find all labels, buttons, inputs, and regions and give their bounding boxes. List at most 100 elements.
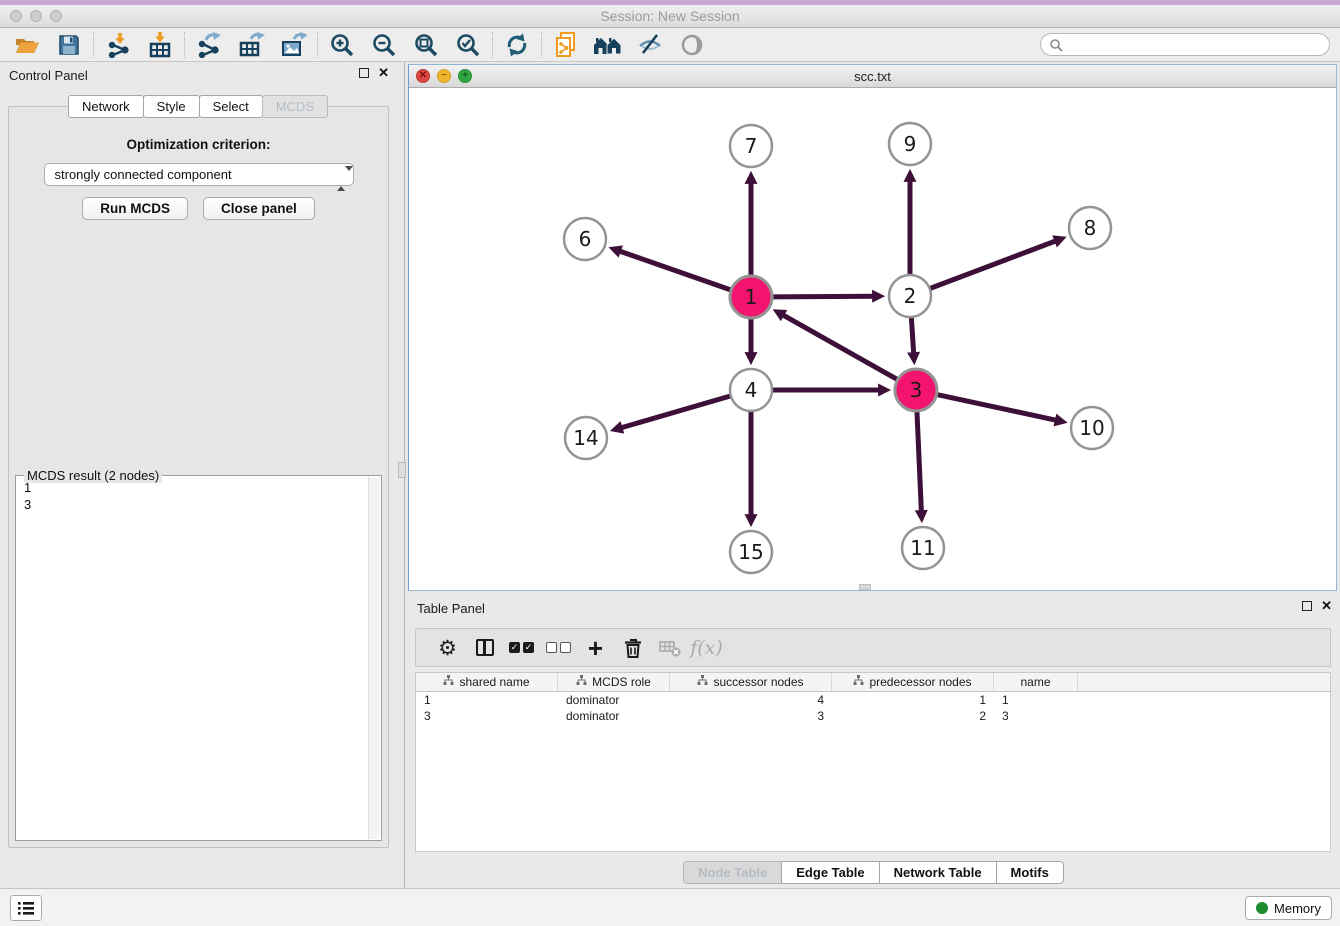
table-cell[interactable]: 3 bbox=[670, 708, 832, 724]
tab-network[interactable]: Network bbox=[68, 95, 144, 118]
search-field[interactable] bbox=[1040, 33, 1330, 56]
criterion-select[interactable]: strongly connected component bbox=[44, 163, 354, 186]
search-icon bbox=[1049, 38, 1063, 52]
float-panel-icon[interactable] bbox=[359, 68, 369, 78]
column-header-predecessor-nodes[interactable]: predecessor nodes bbox=[832, 673, 994, 691]
table-cell[interactable]: 4 bbox=[670, 692, 832, 708]
column-header-name[interactable]: name bbox=[994, 673, 1078, 691]
close-panel-icon[interactable]: ✕ bbox=[378, 68, 389, 78]
tab-mcds[interactable]: MCDS bbox=[262, 95, 328, 118]
node-4[interactable]: 4 bbox=[730, 369, 772, 411]
table-cell[interactable]: dominator bbox=[558, 692, 670, 708]
edge-1-6[interactable] bbox=[617, 250, 730, 290]
tasks-list-button[interactable] bbox=[10, 895, 42, 921]
edge-3-10[interactable] bbox=[938, 395, 1059, 421]
export-table-icon[interactable] bbox=[230, 30, 272, 60]
tab-network-table[interactable]: Network Table bbox=[879, 861, 997, 884]
close-table-panel-icon[interactable]: ✕ bbox=[1321, 601, 1332, 611]
main-toolbar bbox=[0, 28, 1340, 62]
mcds-result-box: MCDS result (2 nodes) 13 bbox=[15, 475, 382, 841]
clone-network-icon[interactable] bbox=[545, 30, 587, 60]
node-2[interactable]: 2 bbox=[889, 275, 931, 317]
edge-4-14[interactable] bbox=[619, 396, 730, 428]
edge-3-1[interactable] bbox=[781, 314, 897, 380]
zoom-selected-icon[interactable] bbox=[447, 30, 489, 60]
edge-1-2[interactable] bbox=[773, 296, 876, 297]
search-input[interactable] bbox=[1063, 35, 1329, 54]
zoom-fit-icon[interactable] bbox=[405, 30, 447, 60]
canvas-resize-grip[interactable] bbox=[859, 584, 871, 590]
result-line: 3 bbox=[24, 496, 367, 513]
column-header-successor-nodes[interactable]: successor nodes bbox=[670, 673, 832, 691]
memory-label: Memory bbox=[1274, 901, 1321, 916]
node-10[interactable]: 10 bbox=[1071, 407, 1113, 449]
table-row[interactable]: 1dominator411 bbox=[416, 692, 1330, 708]
memory-button[interactable]: Memory bbox=[1245, 896, 1332, 920]
result-scrollbar[interactable] bbox=[368, 477, 380, 839]
node-14[interactable]: 14 bbox=[565, 417, 607, 459]
node-3[interactable]: 3 bbox=[895, 369, 937, 411]
eye-icon[interactable] bbox=[671, 30, 713, 60]
table-cell[interactable]: 3 bbox=[994, 708, 1078, 724]
table-cell[interactable]: 1 bbox=[416, 692, 558, 708]
zoom-in-icon[interactable] bbox=[321, 30, 363, 60]
houses-icon[interactable] bbox=[587, 30, 629, 60]
delete-row-icon[interactable] bbox=[614, 633, 651, 663]
svg-text:6: 6 bbox=[579, 227, 592, 251]
node-9[interactable]: 9 bbox=[889, 123, 931, 165]
import-network-icon[interactable] bbox=[97, 30, 139, 60]
run-mcds-button[interactable]: Run MCDS bbox=[82, 197, 188, 220]
splitter-grip[interactable] bbox=[398, 462, 406, 478]
node-11[interactable]: 11 bbox=[902, 527, 944, 569]
table-cell[interactable]: dominator bbox=[558, 708, 670, 724]
zoom-out-icon[interactable] bbox=[363, 30, 405, 60]
import-table-icon[interactable] bbox=[139, 30, 181, 60]
edge-3-11[interactable] bbox=[917, 412, 922, 514]
node-1[interactable]: 1 bbox=[730, 276, 772, 318]
titlebar[interactable]: Session: New Session bbox=[0, 5, 1340, 28]
delete-column-icon[interactable] bbox=[651, 633, 688, 663]
close-panel-button[interactable]: Close panel bbox=[203, 197, 315, 220]
columns-icon[interactable] bbox=[466, 633, 503, 663]
tab-select[interactable]: Select bbox=[199, 95, 263, 118]
select-all-icon[interactable]: ✓✓ bbox=[503, 633, 540, 663]
select-stepper-icon bbox=[337, 168, 346, 189]
table-cell[interactable]: 3 bbox=[416, 708, 558, 724]
tree-icon bbox=[853, 675, 864, 689]
node-8[interactable]: 8 bbox=[1069, 207, 1111, 249]
node-7[interactable]: 7 bbox=[730, 125, 772, 167]
save-session-icon[interactable] bbox=[48, 30, 90, 60]
tab-edge-table[interactable]: Edge Table bbox=[781, 861, 879, 884]
node-6[interactable]: 6 bbox=[564, 218, 606, 260]
network-window-titlebar[interactable]: ✕ − + scc.txt bbox=[409, 65, 1336, 88]
export-image-icon[interactable] bbox=[272, 30, 314, 60]
panel-splitter[interactable] bbox=[397, 62, 408, 888]
edge-2-3[interactable] bbox=[911, 318, 913, 356]
table-cell[interactable]: 1 bbox=[832, 692, 994, 708]
table-cell[interactable]: 2 bbox=[832, 708, 994, 724]
open-session-icon[interactable] bbox=[6, 30, 48, 60]
table-row[interactable]: 3dominator323 bbox=[416, 708, 1330, 724]
svg-text:7: 7 bbox=[745, 134, 758, 158]
column-header-shared-name[interactable]: shared name bbox=[416, 673, 558, 691]
control-panel-tabs: NetworkStyleSelectMCDS bbox=[0, 95, 397, 118]
tab-motifs[interactable]: Motifs bbox=[996, 861, 1064, 884]
function-builder-icon[interactable]: f(x) bbox=[688, 633, 725, 663]
control-panel-title: Control Panel bbox=[9, 68, 88, 83]
node-15[interactable]: 15 bbox=[730, 531, 772, 573]
eye-slash-icon[interactable] bbox=[629, 30, 671, 60]
edge-2-8[interactable] bbox=[931, 240, 1059, 288]
refresh-layout-icon[interactable] bbox=[496, 30, 538, 60]
gear-icon[interactable]: ⚙ bbox=[429, 633, 466, 663]
svg-text:10: 10 bbox=[1079, 416, 1104, 440]
toolbar-separator bbox=[184, 32, 185, 58]
export-network-icon[interactable] bbox=[188, 30, 230, 60]
deselect-all-icon[interactable] bbox=[540, 633, 577, 663]
network-canvas[interactable]: 7 9 6 8 1 2 4 3 14 10 15 11 bbox=[409, 88, 1336, 590]
tab-node-table[interactable]: Node Table bbox=[683, 861, 782, 884]
tab-style[interactable]: Style bbox=[143, 95, 200, 118]
float-table-panel-icon[interactable] bbox=[1302, 601, 1312, 611]
table-cell[interactable]: 1 bbox=[994, 692, 1078, 708]
column-header-MCDS-role[interactable]: MCDS role bbox=[558, 673, 670, 691]
add-row-icon[interactable]: + bbox=[577, 633, 614, 663]
